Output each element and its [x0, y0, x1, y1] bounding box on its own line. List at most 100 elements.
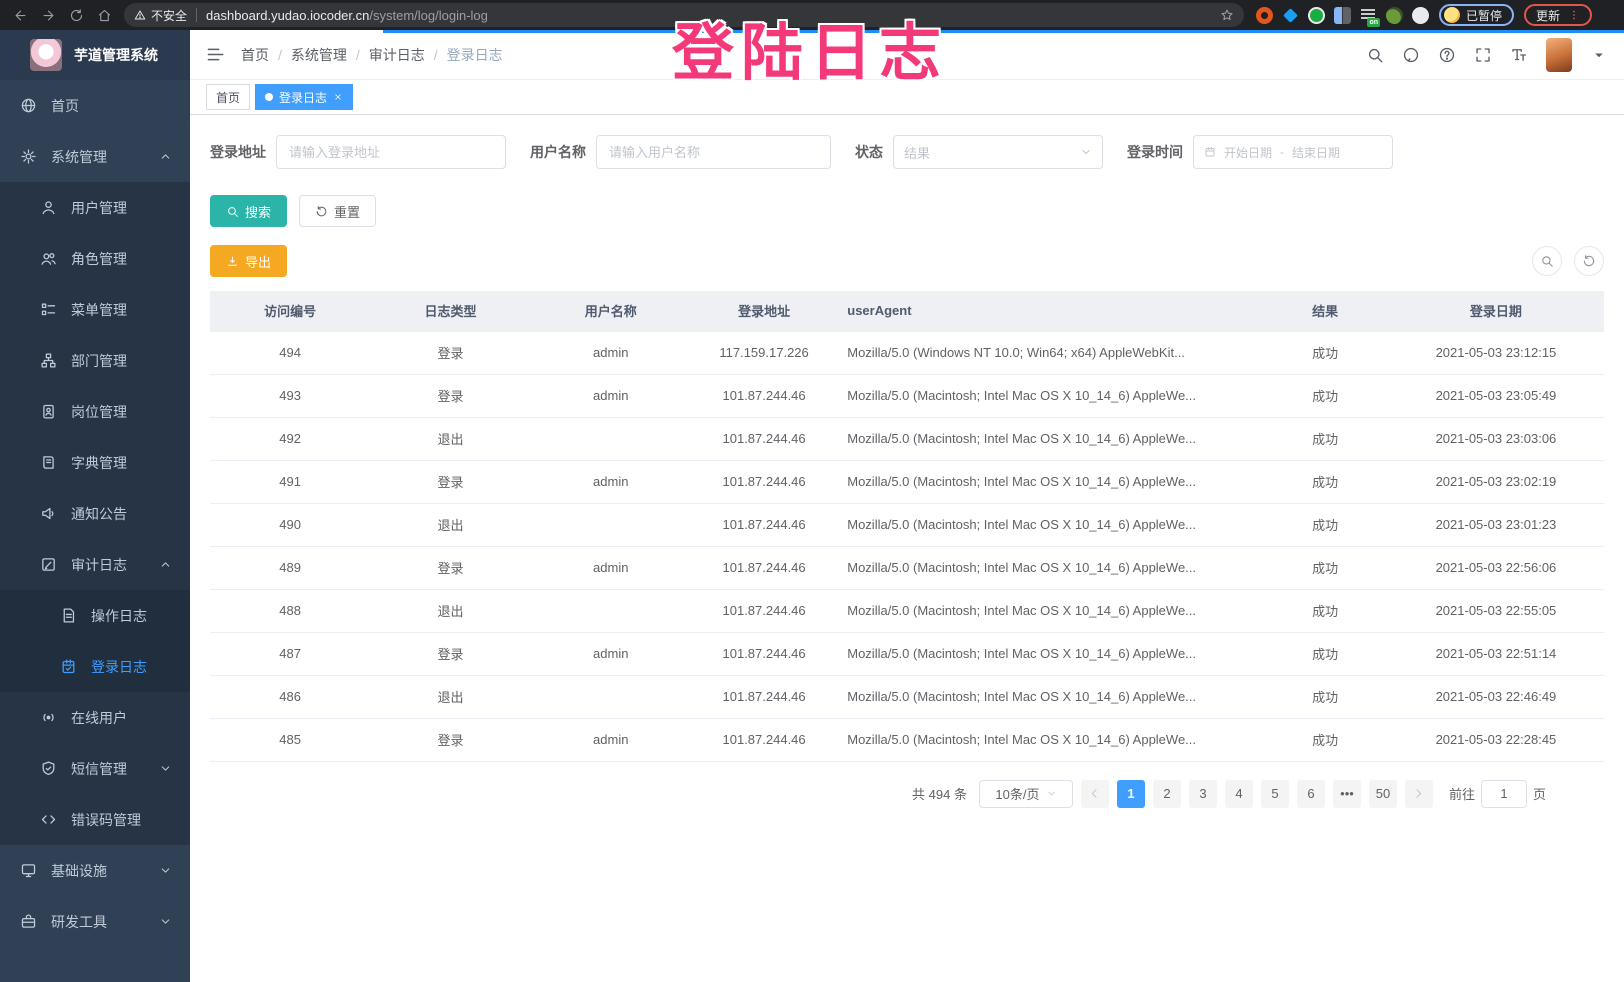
- cell-visit-id: 490: [210, 503, 370, 546]
- browser-forward-icon[interactable]: [36, 3, 60, 27]
- browser-menu-dots-icon[interactable]: [1568, 9, 1580, 21]
- page-button-4[interactable]: 4: [1225, 780, 1253, 808]
- search-icon[interactable]: [1366, 46, 1384, 64]
- browser-home-icon[interactable]: [92, 3, 116, 27]
- close-tab-icon[interactable]: [333, 92, 343, 102]
- extension-icon-squares[interactable]: [1334, 7, 1351, 24]
- sidebar: 芋道管理系统 首页系统管理用户管理角色管理菜单管理部门管理岗位管理字典管理通知公…: [0, 30, 190, 982]
- breadcrumb-item-首页[interactable]: 首页: [241, 45, 269, 65]
- page-unit-label: 页: [1533, 784, 1546, 803]
- sidebar-item-用户管理[interactable]: 用户管理: [0, 182, 190, 233]
- extension-icon-green[interactable]: [1308, 7, 1325, 24]
- active-tab-dot: [265, 93, 273, 101]
- search-button[interactable]: 搜索: [210, 195, 287, 227]
- sidebar-item-岗位管理[interactable]: 岗位管理: [0, 386, 190, 437]
- extension-icon-gem[interactable]: [1282, 7, 1299, 24]
- page-button-5[interactable]: 5: [1261, 780, 1289, 808]
- table-row: 486退出101.87.244.46Mozilla/5.0 (Macintosh…: [210, 675, 1604, 718]
- sidebar-item-首页[interactable]: 首页: [0, 80, 190, 131]
- sidebar-item-部门管理[interactable]: 部门管理: [0, 335, 190, 386]
- cell-log-type: 登录: [370, 632, 530, 675]
- cell-username: [531, 503, 691, 546]
- browser-back-icon[interactable]: [8, 3, 32, 27]
- column-header-username: 用户名称: [531, 291, 691, 331]
- prev-page-button[interactable]: [1081, 780, 1109, 808]
- cell-result: 成功: [1262, 460, 1387, 503]
- sidebar-item-短信管理[interactable]: 短信管理: [0, 743, 190, 794]
- browser-reload-icon[interactable]: [64, 3, 88, 27]
- next-page-button[interactable]: [1405, 780, 1433, 808]
- cell-username: [531, 589, 691, 632]
- fullscreen-icon[interactable]: [1474, 46, 1492, 64]
- cell-login-date: 2021-05-03 23:05:49: [1388, 374, 1604, 417]
- export-button[interactable]: 导出: [210, 245, 287, 277]
- sidebar-item-系统管理[interactable]: 系统管理: [0, 131, 190, 182]
- page-button-3[interactable]: 3: [1189, 780, 1217, 808]
- extension-icon-plant[interactable]: [1386, 7, 1403, 24]
- avatar-caret-down-icon[interactable]: [1590, 46, 1608, 64]
- sidebar-item-角色管理[interactable]: 角色管理: [0, 233, 190, 284]
- profile-chip-label: 已暂停: [1466, 7, 1502, 24]
- login-time-range-picker[interactable]: 开始日期 - 结束日期: [1193, 135, 1393, 169]
- breadcrumb-separator: /: [356, 47, 360, 63]
- browser-update-button[interactable]: 更新: [1524, 4, 1592, 26]
- not-secure-label: 不安全: [151, 7, 187, 24]
- sidebar-item-研发工具[interactable]: 研发工具: [0, 896, 190, 947]
- page-size-select[interactable]: 10条/页: [979, 780, 1073, 808]
- goto-page-input[interactable]: [1481, 780, 1527, 808]
- table-row: 489登录admin101.87.244.46Mozilla/5.0 (Maci…: [210, 546, 1604, 589]
- sidebar-item-label: 通知公告: [71, 504, 127, 524]
- breadcrumb-item-系统管理[interactable]: 系统管理: [291, 45, 347, 65]
- extensions-puzzle-icon[interactable]: [1412, 7, 1429, 24]
- cell-user-agent: Mozilla/5.0 (Windows NT 10.0; Win64; x64…: [837, 331, 1262, 374]
- page-button-1[interactable]: 1: [1117, 780, 1145, 808]
- status-select[interactable]: 结果: [893, 135, 1103, 169]
- date-end-placeholder: 结束日期: [1292, 144, 1340, 161]
- tab-登录日志[interactable]: 登录日志: [255, 84, 353, 110]
- login-address-input[interactable]: [276, 135, 506, 169]
- tab-首页[interactable]: 首页: [206, 84, 250, 110]
- page-button-2[interactable]: 2: [1153, 780, 1181, 808]
- sidebar-item-在线用户[interactable]: 在线用户: [0, 692, 190, 743]
- cell-login-ip: 117.159.17.226: [691, 331, 837, 374]
- sidebar-item-错误码管理[interactable]: 错误码管理: [0, 794, 190, 845]
- sidebar-toggle-hamburger-icon[interactable]: [206, 45, 225, 64]
- toggle-search-round-button[interactable]: [1532, 246, 1562, 276]
- username-input[interactable]: [596, 135, 831, 169]
- reset-refresh-icon: [315, 205, 328, 218]
- sidebar-item-通知公告[interactable]: 通知公告: [0, 488, 190, 539]
- bookmark-star-icon[interactable]: [1220, 8, 1234, 22]
- sidebar-item-字典管理[interactable]: 字典管理: [0, 437, 190, 488]
- cell-login-ip: 101.87.244.46: [691, 718, 837, 761]
- help-icon[interactable]: [1438, 46, 1456, 64]
- breadcrumb-item-审计日志[interactable]: 审计日志: [369, 45, 425, 65]
- page-button-6[interactable]: 6: [1297, 780, 1325, 808]
- refresh-round-button[interactable]: [1574, 246, 1604, 276]
- cell-login-date: 2021-05-03 22:28:45: [1388, 718, 1604, 761]
- reset-button[interactable]: 重置: [299, 195, 376, 227]
- column-header-log-type: 日志类型: [370, 291, 530, 331]
- cell-login-ip: 101.87.244.46: [691, 546, 837, 589]
- sidebar-item-菜单管理[interactable]: 菜单管理: [0, 284, 190, 335]
- cell-visit-id: 493: [210, 374, 370, 417]
- sidebar-item-label: 岗位管理: [71, 402, 127, 422]
- user-icon: [40, 199, 57, 216]
- page-button-50[interactable]: 50: [1369, 780, 1397, 808]
- font-size-icon[interactable]: [1510, 46, 1528, 64]
- more-pages-button[interactable]: •••: [1333, 780, 1361, 808]
- sidebar-item-审计日志[interactable]: 审计日志: [0, 539, 190, 590]
- table-row: 488退出101.87.244.46Mozilla/5.0 (Macintosh…: [210, 589, 1604, 632]
- sidebar-item-基础设施[interactable]: 基础设施: [0, 845, 190, 896]
- extension-icon-orange[interactable]: [1256, 7, 1273, 24]
- cell-result: 成功: [1262, 503, 1387, 546]
- book-icon: [40, 454, 57, 471]
- github-icon[interactable]: [1402, 46, 1420, 64]
- sidebar-item-登录日志[interactable]: 登录日志: [0, 641, 190, 692]
- table-header-row: 访问编号日志类型用户名称登录地址userAgent结果登录日期: [210, 291, 1604, 331]
- cell-log-type: 退出: [370, 417, 530, 460]
- sidebar-item-操作日志[interactable]: 操作日志: [0, 590, 190, 641]
- extension-icon-tabs-on[interactable]: on: [1360, 7, 1377, 24]
- cell-result: 成功: [1262, 675, 1387, 718]
- user-avatar[interactable]: [1546, 38, 1572, 72]
- browser-profile-chip[interactable]: 已暂停: [1439, 4, 1514, 26]
